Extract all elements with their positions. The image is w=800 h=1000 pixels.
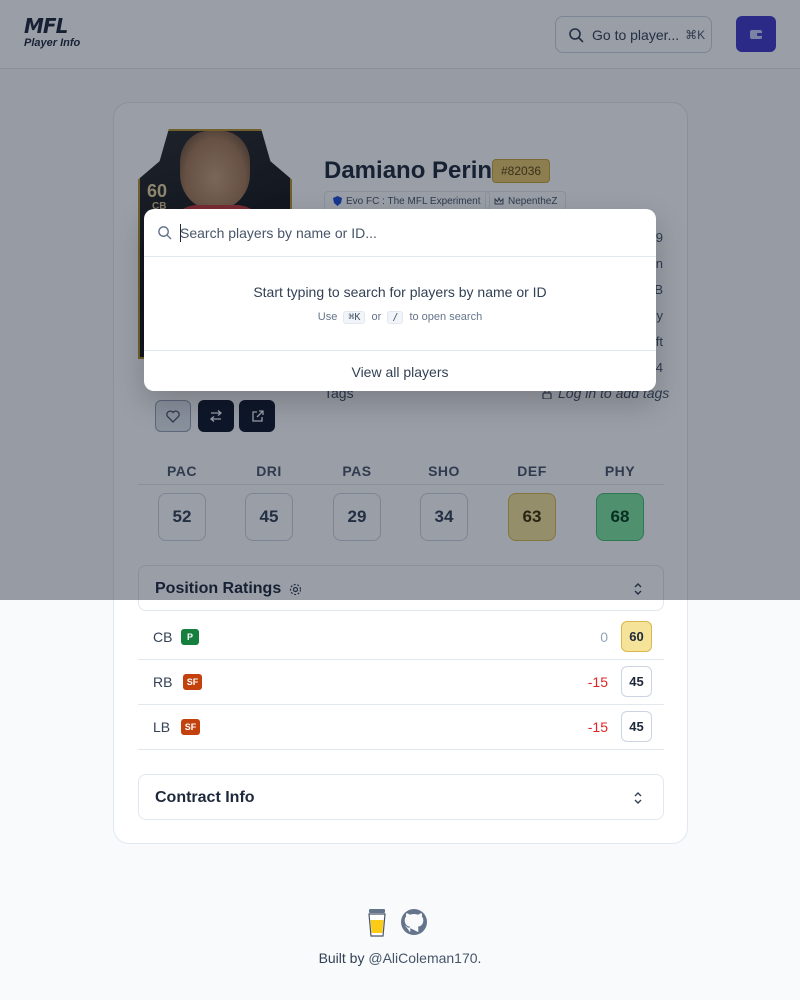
text-caret xyxy=(180,224,181,242)
author-link[interactable]: @AliColeman170 xyxy=(368,950,477,966)
view-all-players-link[interactable]: View all players xyxy=(144,350,656,391)
rating-score: 45 xyxy=(621,666,652,697)
position-rating-row-lb: LB SF -15 45 xyxy=(138,705,664,750)
search-empty-message: Start typing to search for players by na… xyxy=(253,284,547,300)
footer-credit: Built by @AliColeman170. xyxy=(0,950,800,966)
player-search-input[interactable] xyxy=(180,221,640,245)
position-label: LB xyxy=(153,719,171,735)
rating-diff: 0 xyxy=(600,629,608,645)
footer-icons xyxy=(366,908,428,938)
rating-diff: -15 xyxy=(587,674,608,690)
rating-score: 60 xyxy=(621,621,652,652)
search-icon xyxy=(158,226,172,240)
position-rating-row-rb: RB SF -15 45 xyxy=(138,660,664,705)
github-icon[interactable] xyxy=(400,908,428,936)
rating-score: 45 xyxy=(621,711,652,742)
coffee-cup-icon[interactable] xyxy=(366,908,388,938)
footer-period: . xyxy=(477,950,482,966)
hint-tail: to open search xyxy=(409,311,483,323)
position-label: RB xyxy=(153,674,173,690)
footer-built-by: Built by xyxy=(318,950,369,966)
position-label: CB xyxy=(153,629,173,645)
hint-key-slash: / xyxy=(387,311,404,324)
secondary-badge: SF xyxy=(181,719,200,735)
rating-diff: -15 xyxy=(587,719,608,735)
chevron-up-down-icon xyxy=(634,792,642,804)
search-dialog: Start typing to search for players by na… xyxy=(144,209,656,391)
search-bar xyxy=(144,209,656,257)
hint-key-cmd-k: ⌘K xyxy=(343,311,366,324)
search-shortcut-hint: Use ⌘K or / to open search xyxy=(144,311,656,324)
hint-use: Use xyxy=(317,311,338,323)
hint-or: or xyxy=(371,311,382,323)
contract-info-title: Contract Info xyxy=(155,789,255,806)
primary-badge: P xyxy=(181,629,199,645)
position-rating-row-cb: CB P 0 60 xyxy=(138,615,664,660)
contract-info-toggle[interactable]: Contract Info xyxy=(138,774,664,820)
secondary-badge: SF xyxy=(183,674,202,690)
